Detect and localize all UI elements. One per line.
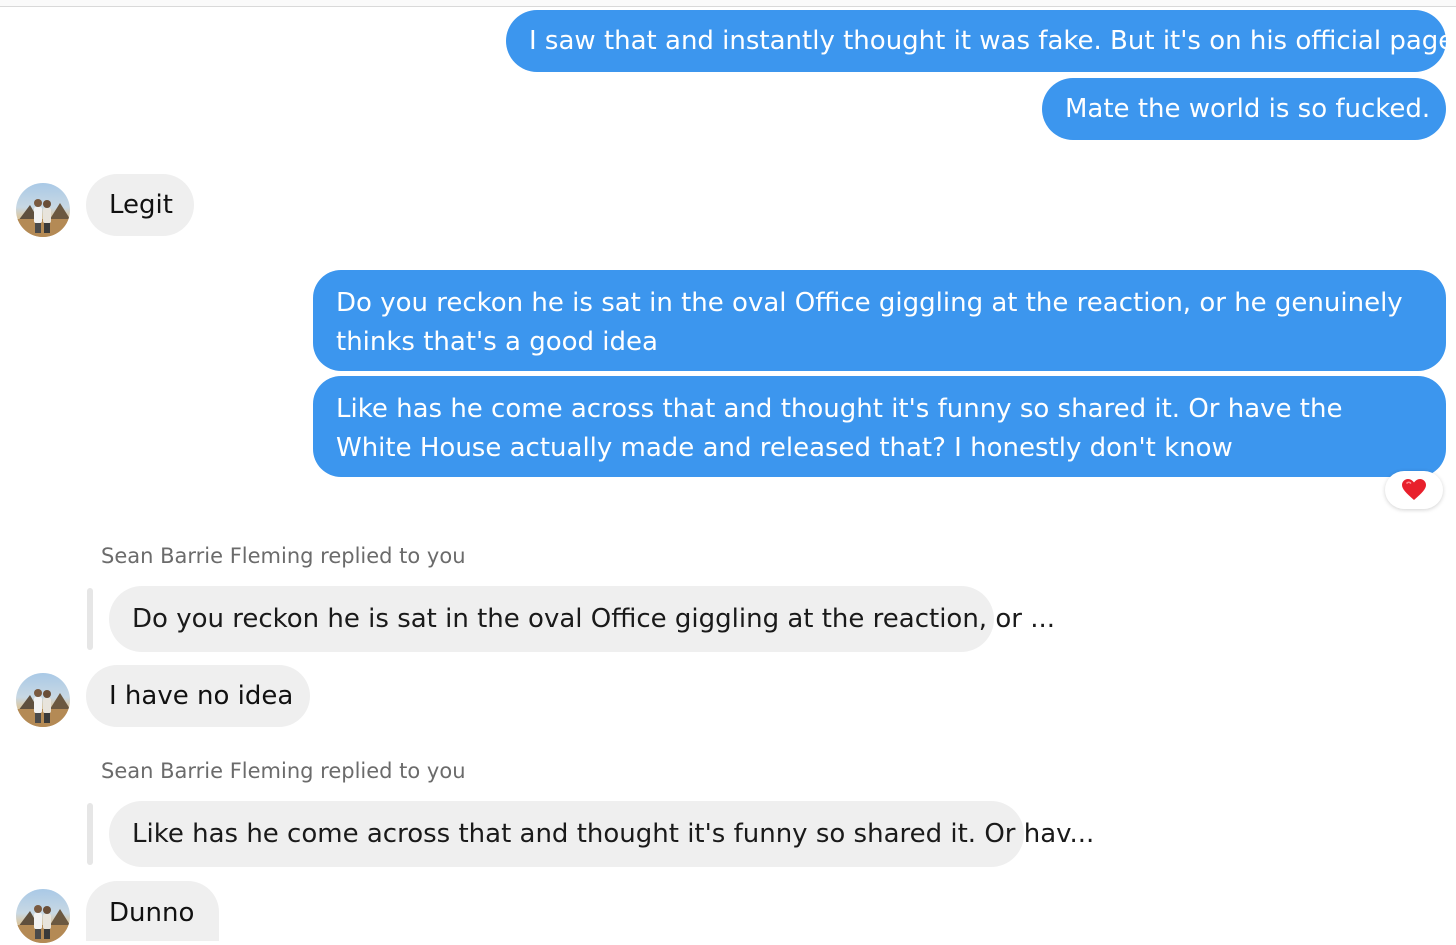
message-text: I saw that and instantly thought it was … — [529, 26, 1455, 56]
incoming-message[interactable]: I have no idea — [86, 665, 310, 727]
top-border — [0, 0, 1456, 7]
message-reaction[interactable] — [1385, 471, 1443, 509]
avatar-photo-icon — [16, 689, 70, 727]
reply-label: Sean Barrie Fleming replied to you — [101, 544, 466, 568]
contact-avatar[interactable] — [16, 673, 70, 727]
contact-avatar[interactable] — [16, 889, 70, 943]
message-text: I have no idea — [109, 681, 294, 711]
message-text: Legit — [109, 190, 173, 220]
quoted-message[interactable]: Like has he come across that and thought… — [109, 801, 1094, 867]
reply-label: Sean Barrie Fleming replied to you — [101, 759, 466, 783]
contact-avatar[interactable] — [16, 183, 70, 237]
outgoing-message[interactable]: I saw that and instantly thought it was … — [506, 10, 1454, 72]
reply-indicator-bar — [87, 803, 93, 865]
heart-icon — [1402, 479, 1426, 500]
reply-indicator-bar — [87, 588, 93, 650]
quoted-text: Like has he come across that and thought… — [132, 819, 1095, 849]
incoming-message[interactable]: Legit — [86, 174, 194, 236]
avatar-photo-icon — [16, 905, 70, 943]
outgoing-message[interactable]: Do you reckon he is sat in the oval Offi… — [313, 270, 1446, 371]
message-text: Mate the world is so fucked. — [1065, 94, 1431, 124]
incoming-message[interactable]: Dunno — [86, 881, 219, 941]
message-text: Like has he come across that and thought… — [336, 394, 1343, 463]
quoted-text: Do you reckon he is sat in the oval Offi… — [132, 604, 1055, 634]
message-text: Dunno — [109, 898, 195, 928]
message-text: Do you reckon he is sat in the oval Offi… — [336, 288, 1403, 357]
quoted-message[interactable]: Do you reckon he is sat in the oval Offi… — [109, 586, 1055, 652]
avatar-photo-icon — [16, 199, 70, 237]
outgoing-message[interactable]: Mate the world is so fucked. — [1042, 78, 1446, 140]
outgoing-message[interactable]: Like has he come across that and thought… — [313, 376, 1446, 477]
